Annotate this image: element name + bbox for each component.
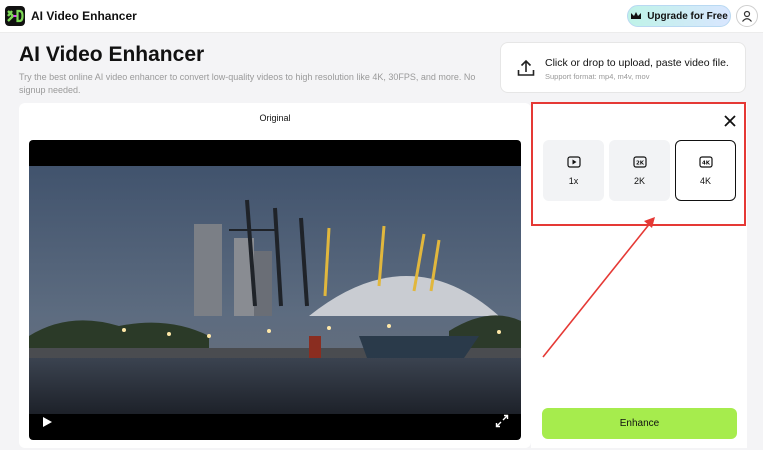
fullscreen-icon[interactable] bbox=[495, 414, 509, 428]
option-label-4k: 4K bbox=[699, 175, 711, 186]
option-1x[interactable]: 1x bbox=[543, 140, 604, 201]
option-2k[interactable]: 2K 2K bbox=[609, 140, 670, 201]
option-label-2k: 2K bbox=[633, 175, 645, 186]
option-4k[interactable]: 4K 4K bbox=[675, 140, 736, 201]
preview-label: Original bbox=[259, 113, 291, 123]
upgrade-label: Upgrade for Free bbox=[647, 10, 728, 22]
play-icon[interactable] bbox=[41, 416, 53, 428]
4k-icon: 4K bbox=[698, 155, 713, 168]
upload-formats: Support format: mp4, m4v, mov bbox=[545, 72, 650, 81]
user-icon bbox=[742, 10, 752, 22]
svg-text:2K: 2K bbox=[635, 160, 644, 166]
app-logo[interactable] bbox=[5, 6, 25, 26]
user-account-button[interactable] bbox=[736, 5, 758, 27]
upload-dropzone[interactable]: Click or drop to upload, paste video fil… bbox=[500, 42, 746, 93]
preview-panel: Original bbox=[19, 103, 531, 448]
crown-icon bbox=[631, 12, 642, 19]
upgrade-button[interactable]: Upgrade for Free bbox=[627, 5, 731, 27]
svg-text:4K: 4K bbox=[701, 160, 710, 166]
upload-icon bbox=[517, 59, 535, 76]
upload-title: Click or drop to upload, paste video fil… bbox=[545, 57, 729, 69]
video-frame-image bbox=[29, 166, 521, 414]
page-title: AI Video Enhancer bbox=[19, 43, 205, 66]
page-description: Try the best online AI video enhancer to… bbox=[19, 72, 476, 95]
2k-icon: 2K bbox=[632, 155, 647, 168]
top-bar: AI Video Enhancer Upgrade for Free bbox=[0, 0, 763, 33]
option-label-1x: 1x bbox=[568, 175, 579, 186]
enhance-button[interactable]: Enhance bbox=[542, 408, 737, 439]
app-title: AI Video Enhancer bbox=[31, 9, 137, 23]
play-square-icon bbox=[566, 155, 581, 168]
close-icon[interactable] bbox=[720, 111, 740, 131]
logo-icon bbox=[7, 9, 24, 23]
video-player[interactable] bbox=[29, 140, 521, 440]
